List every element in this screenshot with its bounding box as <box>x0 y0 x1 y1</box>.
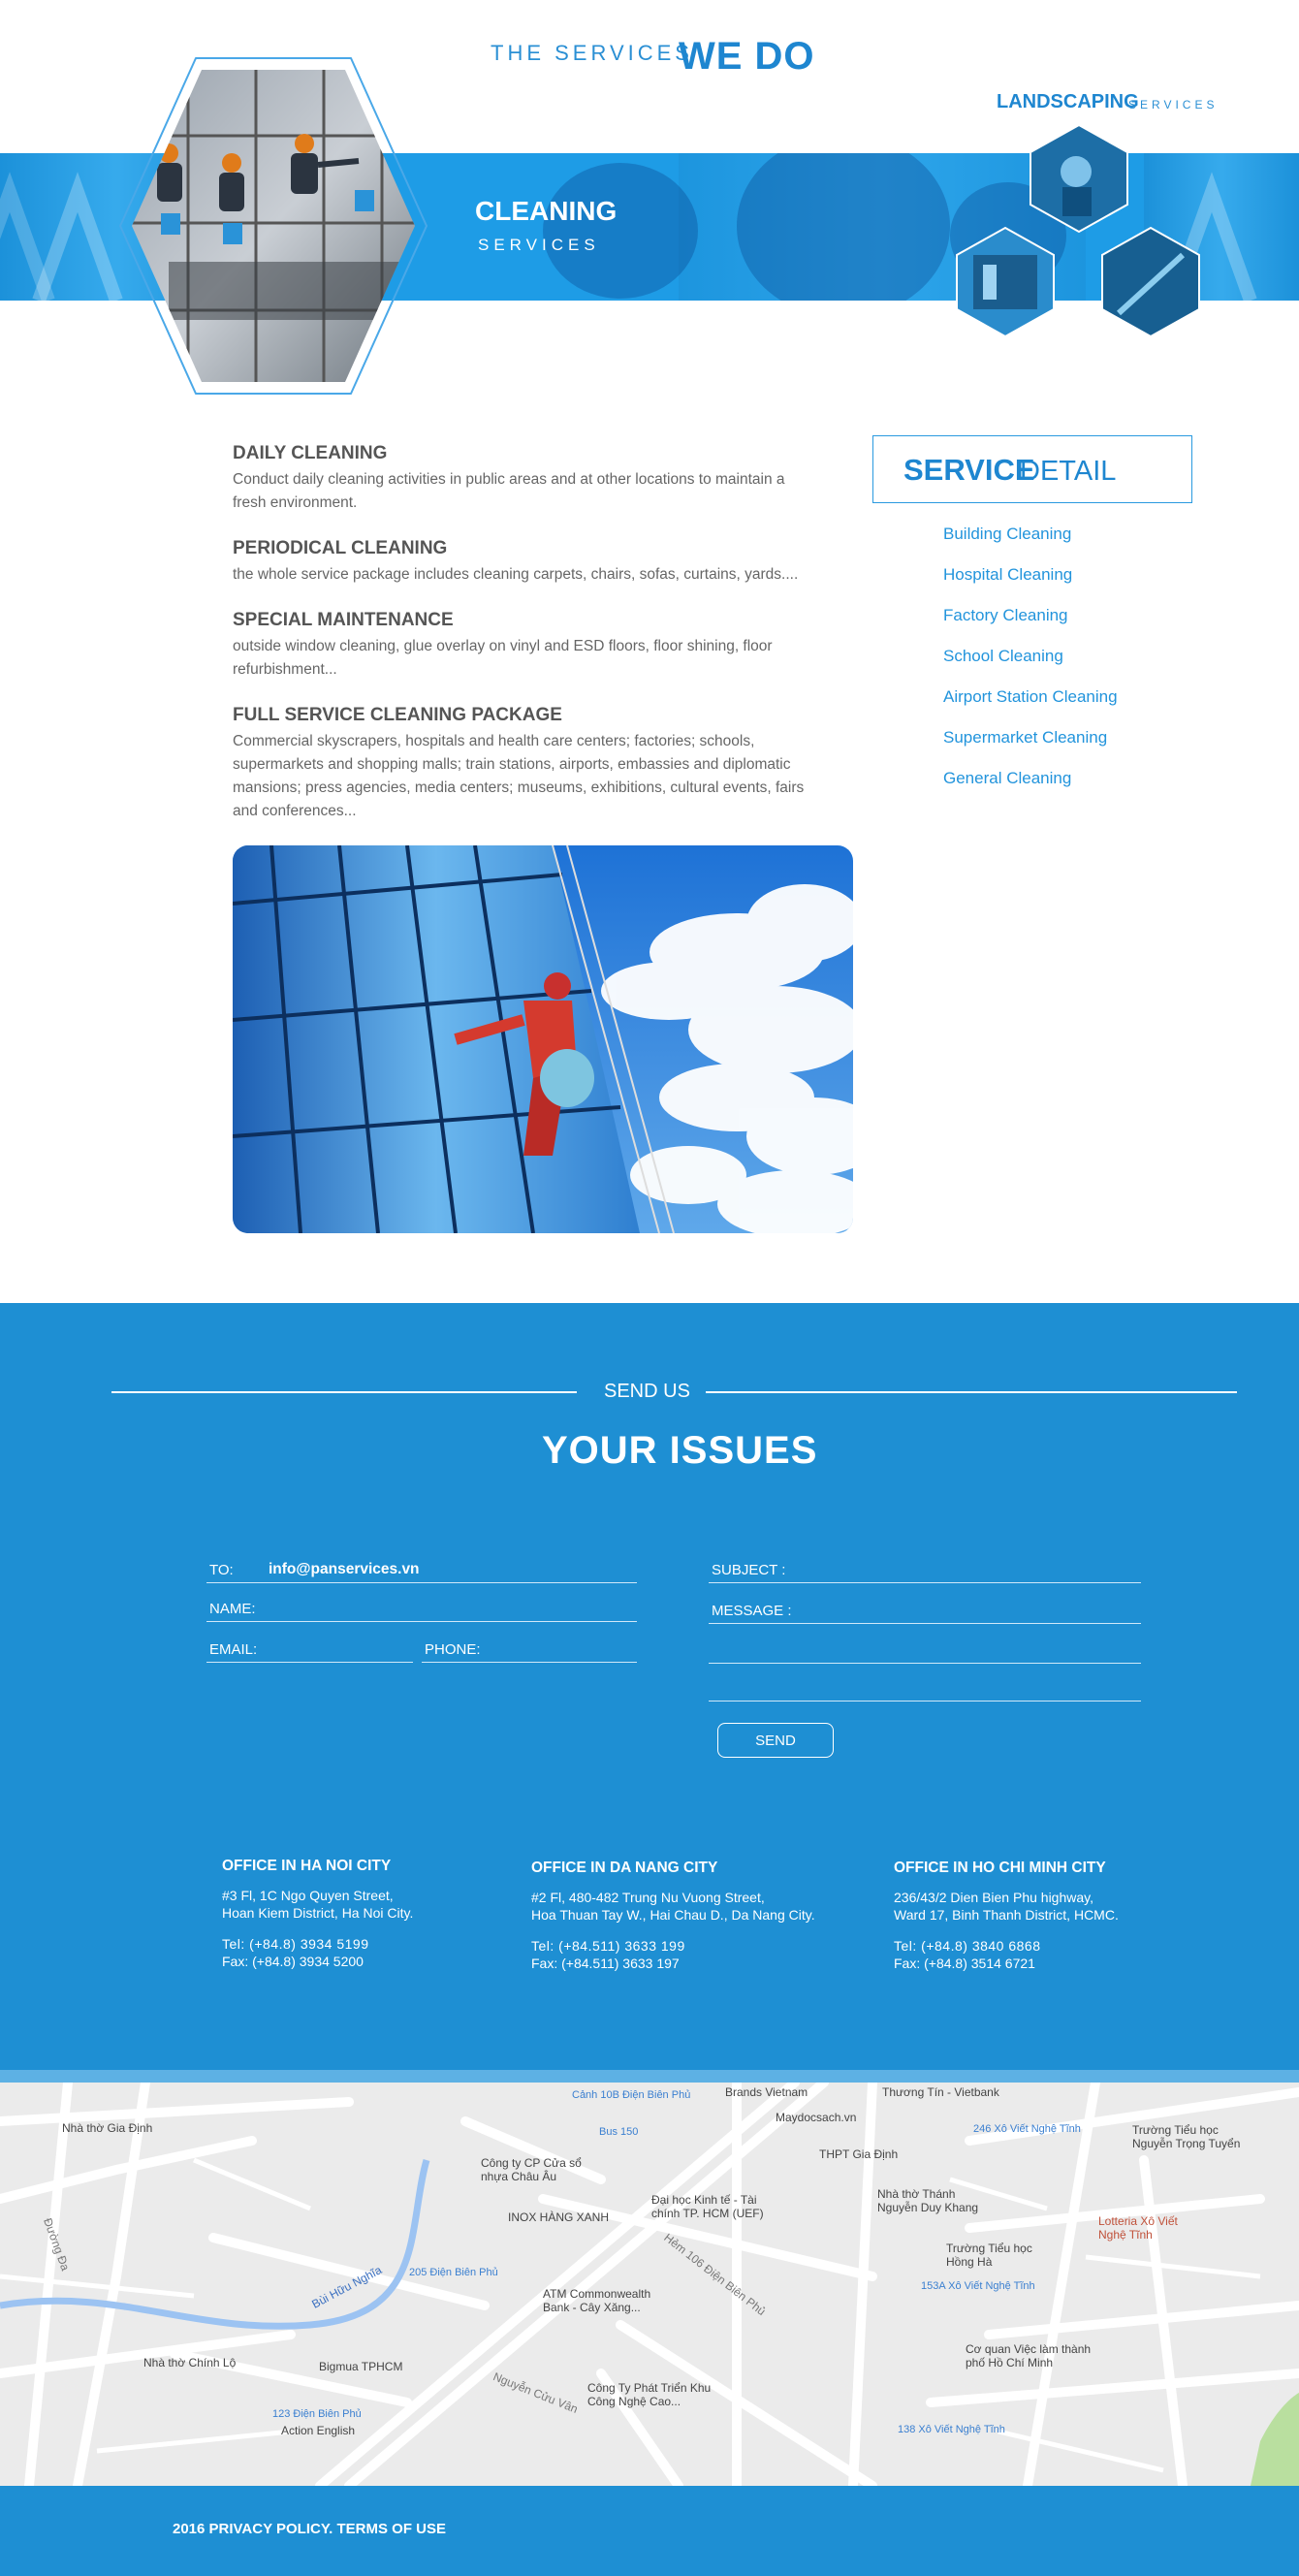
landscaping-hex-photo-1 <box>1030 123 1128 234</box>
phone-label: PHONE: <box>425 1641 481 1658</box>
landscaping-hex-photo-2 <box>956 226 1055 338</box>
message-line-3[interactable] <box>709 1670 1141 1701</box>
to-field[interactable]: TO: info@panservices.vn <box>206 1551 637 1583</box>
office-address-2: Ward 17, Binh Thanh District, HCMC. <box>894 1907 1119 1923</box>
map-label: Bus 150 <box>599 2126 639 2138</box>
service-title-special: SPECIAL MAINTENANCE <box>233 610 454 630</box>
map-label: Cảnh 10B Điện Biên Phủ <box>572 2089 691 2101</box>
map-label: Trường Tiểu học Nguyễn Trọng Tuyển <box>1132 2123 1241 2150</box>
map-label: INOX HÀNG XANH <box>508 2210 610 2224</box>
office-fax: Fax: (+84.511) 3633 197 <box>531 1956 680 1971</box>
service-detail-title-bold: SERVICE <box>903 453 1035 487</box>
map-label: 205 Điện Biên Phủ <box>409 2267 498 2278</box>
map-label: Đại học Kinh tế - Tài chính TP. HCM (UEF… <box>651 2193 764 2220</box>
office-title: OFFICE IN HA NOI CITY <box>222 1858 392 1874</box>
phone-field[interactable]: PHONE: <box>422 1631 637 1663</box>
map-top-strip <box>0 2070 1299 2083</box>
map-label: Công ty CP Cửa sổ nhựa Châu Âu <box>481 2156 582 2183</box>
office-address-2: Hoa Thuan Tay W., Hai Chau D., Da Nang C… <box>531 1907 815 1923</box>
link-factory-cleaning[interactable]: Factory Cleaning <box>943 606 1068 625</box>
office-hanoi: OFFICE IN HA NOI CITY #3 Fl, 1C Ngo Quye… <box>222 1858 413 1970</box>
map-label: Công Ty Phát Triển Khu Công Nghệ Cao... <box>587 2381 712 2408</box>
map-label: Nhà thờ Thánh Nguyễn Duy Khang <box>877 2187 979 2214</box>
email-field[interactable]: EMAIL: <box>206 1631 413 1663</box>
map-label: Thương Tín - Vietbank <box>882 2085 999 2099</box>
name-field[interactable]: NAME: <box>206 1590 637 1622</box>
link-building-cleaning[interactable]: Building Cleaning <box>943 525 1071 544</box>
office-title: OFFICE IN HO CHI MINH CITY <box>894 1860 1106 1876</box>
map-label: 246 Xô Viết Nghệ Tĩnh <box>973 2123 1081 2135</box>
map-label: 138 Xô Viết Nghệ Tĩnh <box>898 2424 1005 2435</box>
landscaping-title: LANDSCAPING <box>997 91 1139 112</box>
service-desc-full: Commercial skyscrapers, hospitals and he… <box>233 733 805 819</box>
link-airport-station-cleaning[interactable]: Airport Station Cleaning <box>943 687 1118 707</box>
office-address-1: #3 Fl, 1C Ngo Quyen Street, <box>222 1888 394 1903</box>
office-danang: OFFICE IN DA NANG CITY #2 Fl, 480-482 Tr… <box>531 1860 815 1972</box>
office-tel: Tel: (+84.511) 3633 199 <box>531 1938 685 1954</box>
name-label: NAME: <box>209 1601 256 1617</box>
hero-title-light: THE SERVICES <box>491 41 693 65</box>
message-line-2[interactable] <box>709 1632 1141 1664</box>
map-label: Nhà thờ Chính Lộ <box>143 2356 237 2369</box>
map-label: Maydocsach.vn <box>776 2111 857 2124</box>
subject-label: SUBJECT : <box>712 1562 786 1578</box>
office-address-2: Hoan Kiem District, Ha Noi City. <box>222 1905 414 1921</box>
service-title-daily: DAILY CLEANING <box>233 443 388 463</box>
map-label: Brands Vietnam <box>725 2085 808 2099</box>
subject-field[interactable]: SUBJECT : <box>709 1551 1141 1583</box>
map-label: ATM Commonwealth Bank - Cây Xăng... <box>543 2287 651 2314</box>
map-label: Lotteria Xô Viết Nghệ Tĩnh <box>1098 2214 1178 2242</box>
link-school-cleaning[interactable]: School Cleaning <box>943 647 1063 666</box>
hero-title-bold: WE DO <box>679 35 815 78</box>
message-label: MESSAGE : <box>712 1603 792 1619</box>
divider-right <box>706 1391 1237 1393</box>
office-tel: Tel: (+84.8) 3840 6868 <box>894 1938 1041 1954</box>
divider-left <box>111 1391 577 1393</box>
service-title-periodical: PERIODICAL CLEANING <box>233 538 448 558</box>
link-supermarket-cleaning[interactable]: Supermarket Cleaning <box>943 728 1107 747</box>
link-general-cleaning[interactable]: General Cleaning <box>943 769 1071 788</box>
map-label: Nhà thờ Gia Định <box>62 2121 153 2135</box>
map[interactable]: Nhà thờ Gia Định Brands Vietnam Thương T… <box>0 2083 1299 2486</box>
map-label: Action English <box>281 2424 356 2437</box>
service-desc-special: outside window cleaning, glue overlay on… <box>233 638 773 678</box>
map-label: 153A Xô Viết Nghệ Tĩnh <box>921 2280 1035 2292</box>
service-desc-daily: Conduct daily cleaning activities in pub… <box>233 471 785 511</box>
map-label: THPT Gia Định <box>819 2147 899 2161</box>
office-hochiminh: OFFICE IN HO CHI MINH CITY 236/43/2 Dien… <box>894 1860 1119 1972</box>
office-fax: Fax: (+84.8) 3514 6721 <box>894 1956 1035 1971</box>
landscaping-subtitle: SERVICES <box>1128 98 1219 111</box>
your-issues-heading: YOUR ISSUES <box>542 1429 818 1472</box>
map-label: Trường Tiểu học Hồng Hà <box>946 2242 1032 2269</box>
map-label: Bigmua TPHCM <box>319 2360 403 2373</box>
landscaping-hex-photo-3 <box>1101 226 1200 338</box>
send-button[interactable]: SEND <box>717 1723 834 1758</box>
office-tel: Tel: (+84.8) 3934 5199 <box>222 1936 369 1952</box>
office-fax: Fax: (+84.8) 3934 5200 <box>222 1954 364 1969</box>
service-desc-periodical: the whole service package includes clean… <box>233 566 799 583</box>
map-label: 123 Điện Biên Phủ <box>272 2408 362 2420</box>
cleaning-subtitle: SERVICES <box>478 236 600 254</box>
office-address-1: #2 Fl, 480-482 Trung Nu Vuong Street, <box>531 1890 765 1905</box>
cleaning-title: CLEANING <box>475 196 618 226</box>
to-value: info@panservices.vn <box>269 1561 420 1577</box>
service-detail-title-light: DETAIL <box>1020 456 1117 487</box>
send-us-label: SEND US <box>604 1381 690 1402</box>
office-address-1: 236/43/2 Dien Bien Phu highway, <box>894 1890 1093 1905</box>
email-label: EMAIL: <box>209 1641 258 1658</box>
to-label: TO: <box>209 1562 234 1578</box>
office-title: OFFICE IN DA NANG CITY <box>531 1860 718 1876</box>
service-title-full: FULL SERVICE CLEANING PACKAGE <box>233 705 562 725</box>
footer-links[interactable]: 2016 PRIVACY POLICY. TERMS OF USE <box>173 2521 446 2537</box>
window-cleaner-photo <box>233 845 853 1233</box>
window-cleaners-photo <box>132 70 415 382</box>
map-roads <box>0 2083 1299 2486</box>
link-hospital-cleaning[interactable]: Hospital Cleaning <box>943 565 1072 585</box>
map-label: Cơ quan Việc làm thành phố Hồ Chí Minh <box>966 2342 1092 2369</box>
message-field[interactable]: MESSAGE : <box>709 1592 1141 1624</box>
